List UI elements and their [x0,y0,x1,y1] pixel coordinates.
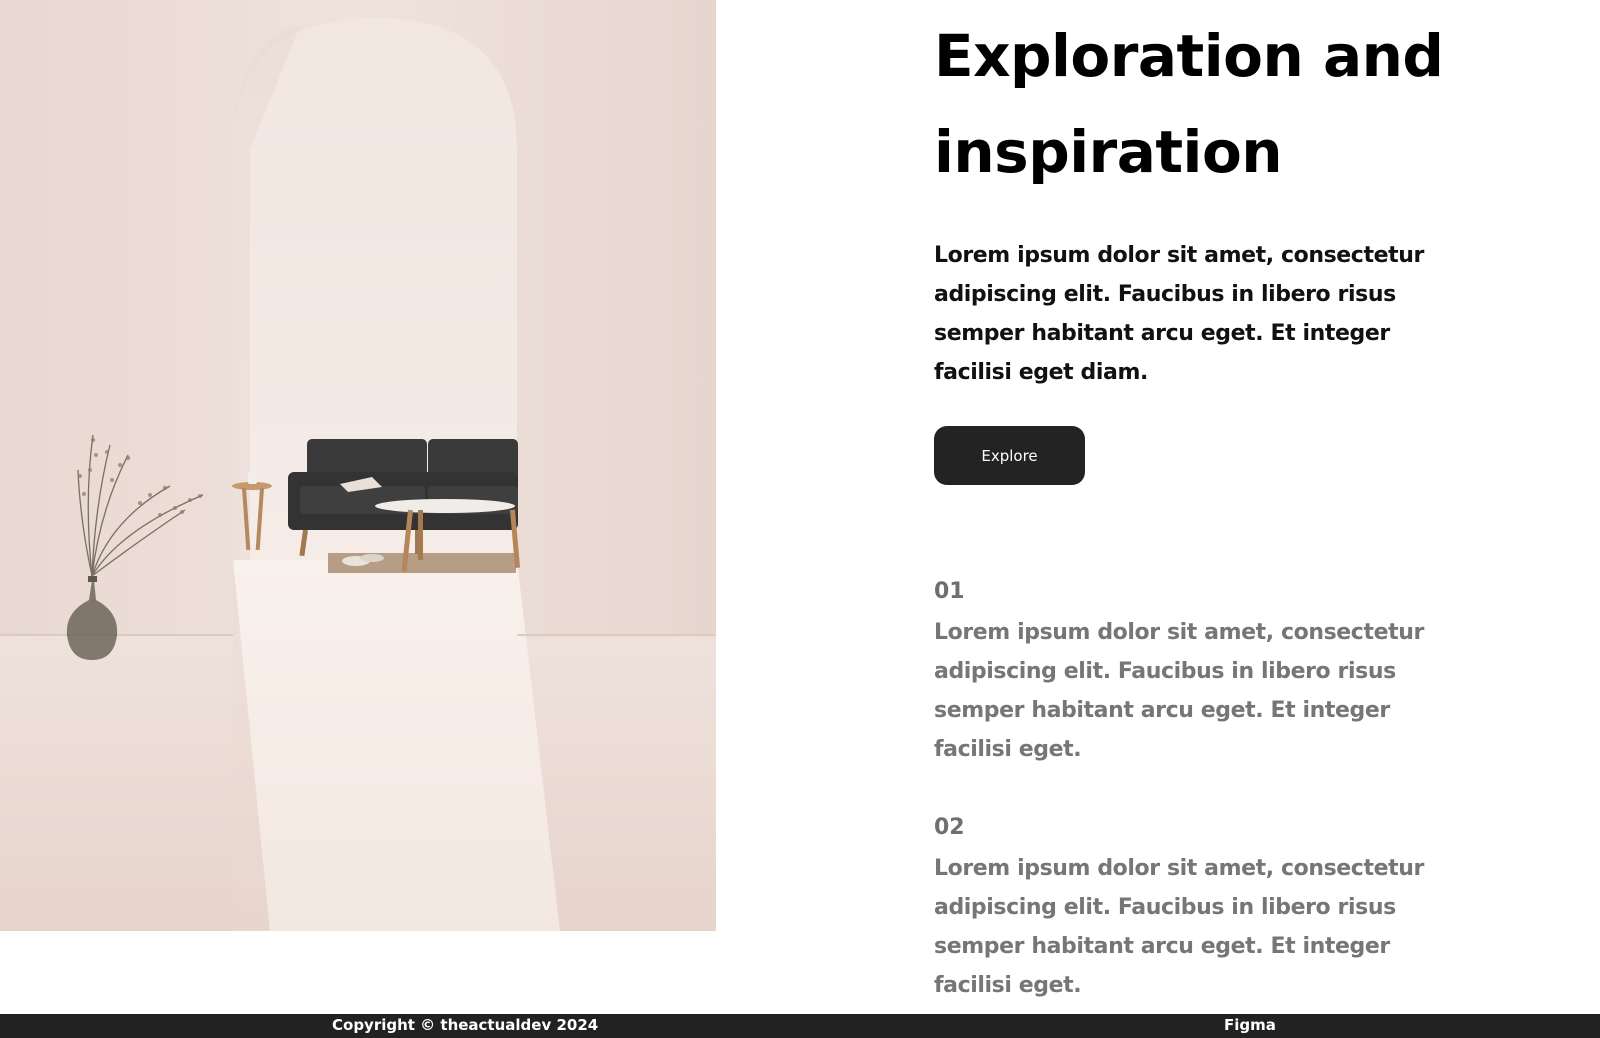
explore-button[interactable]: Explore [934,426,1085,485]
feature-text: Lorem ipsum dolor sit amet, consectetur … [934,856,1424,998]
page-headline: Exploration and inspiration [934,22,1444,186]
feature-list: 01 Lorem ipsum dolor sit amet, consectet… [934,577,1494,1005]
hero-description: Lorem ipsum dolor sit amet, consectetur … [934,243,1424,385]
feature-text: Lorem ipsum dolor sit amet, consectetur … [934,620,1424,762]
footer: Copyright © theactualdev 2024 Figma [0,1014,1600,1038]
feature-item: 01 Lorem ipsum dolor sit amet, consectet… [934,577,1494,769]
feature-number: 01 [934,579,965,604]
landing-page: Exploration and inspiration Lorem ipsum … [0,0,1600,1038]
interior-photo [0,0,716,931]
footer-figma-link[interactable]: Figma [1224,1014,1276,1036]
footer-copyright: Copyright © theactualdev 2024 [332,1016,599,1034]
feature-number: 02 [934,815,965,840]
feature-item: 02 Lorem ipsum dolor sit amet, consectet… [934,813,1494,1005]
content-column: Exploration and inspiration Lorem ipsum … [934,0,1494,1038]
